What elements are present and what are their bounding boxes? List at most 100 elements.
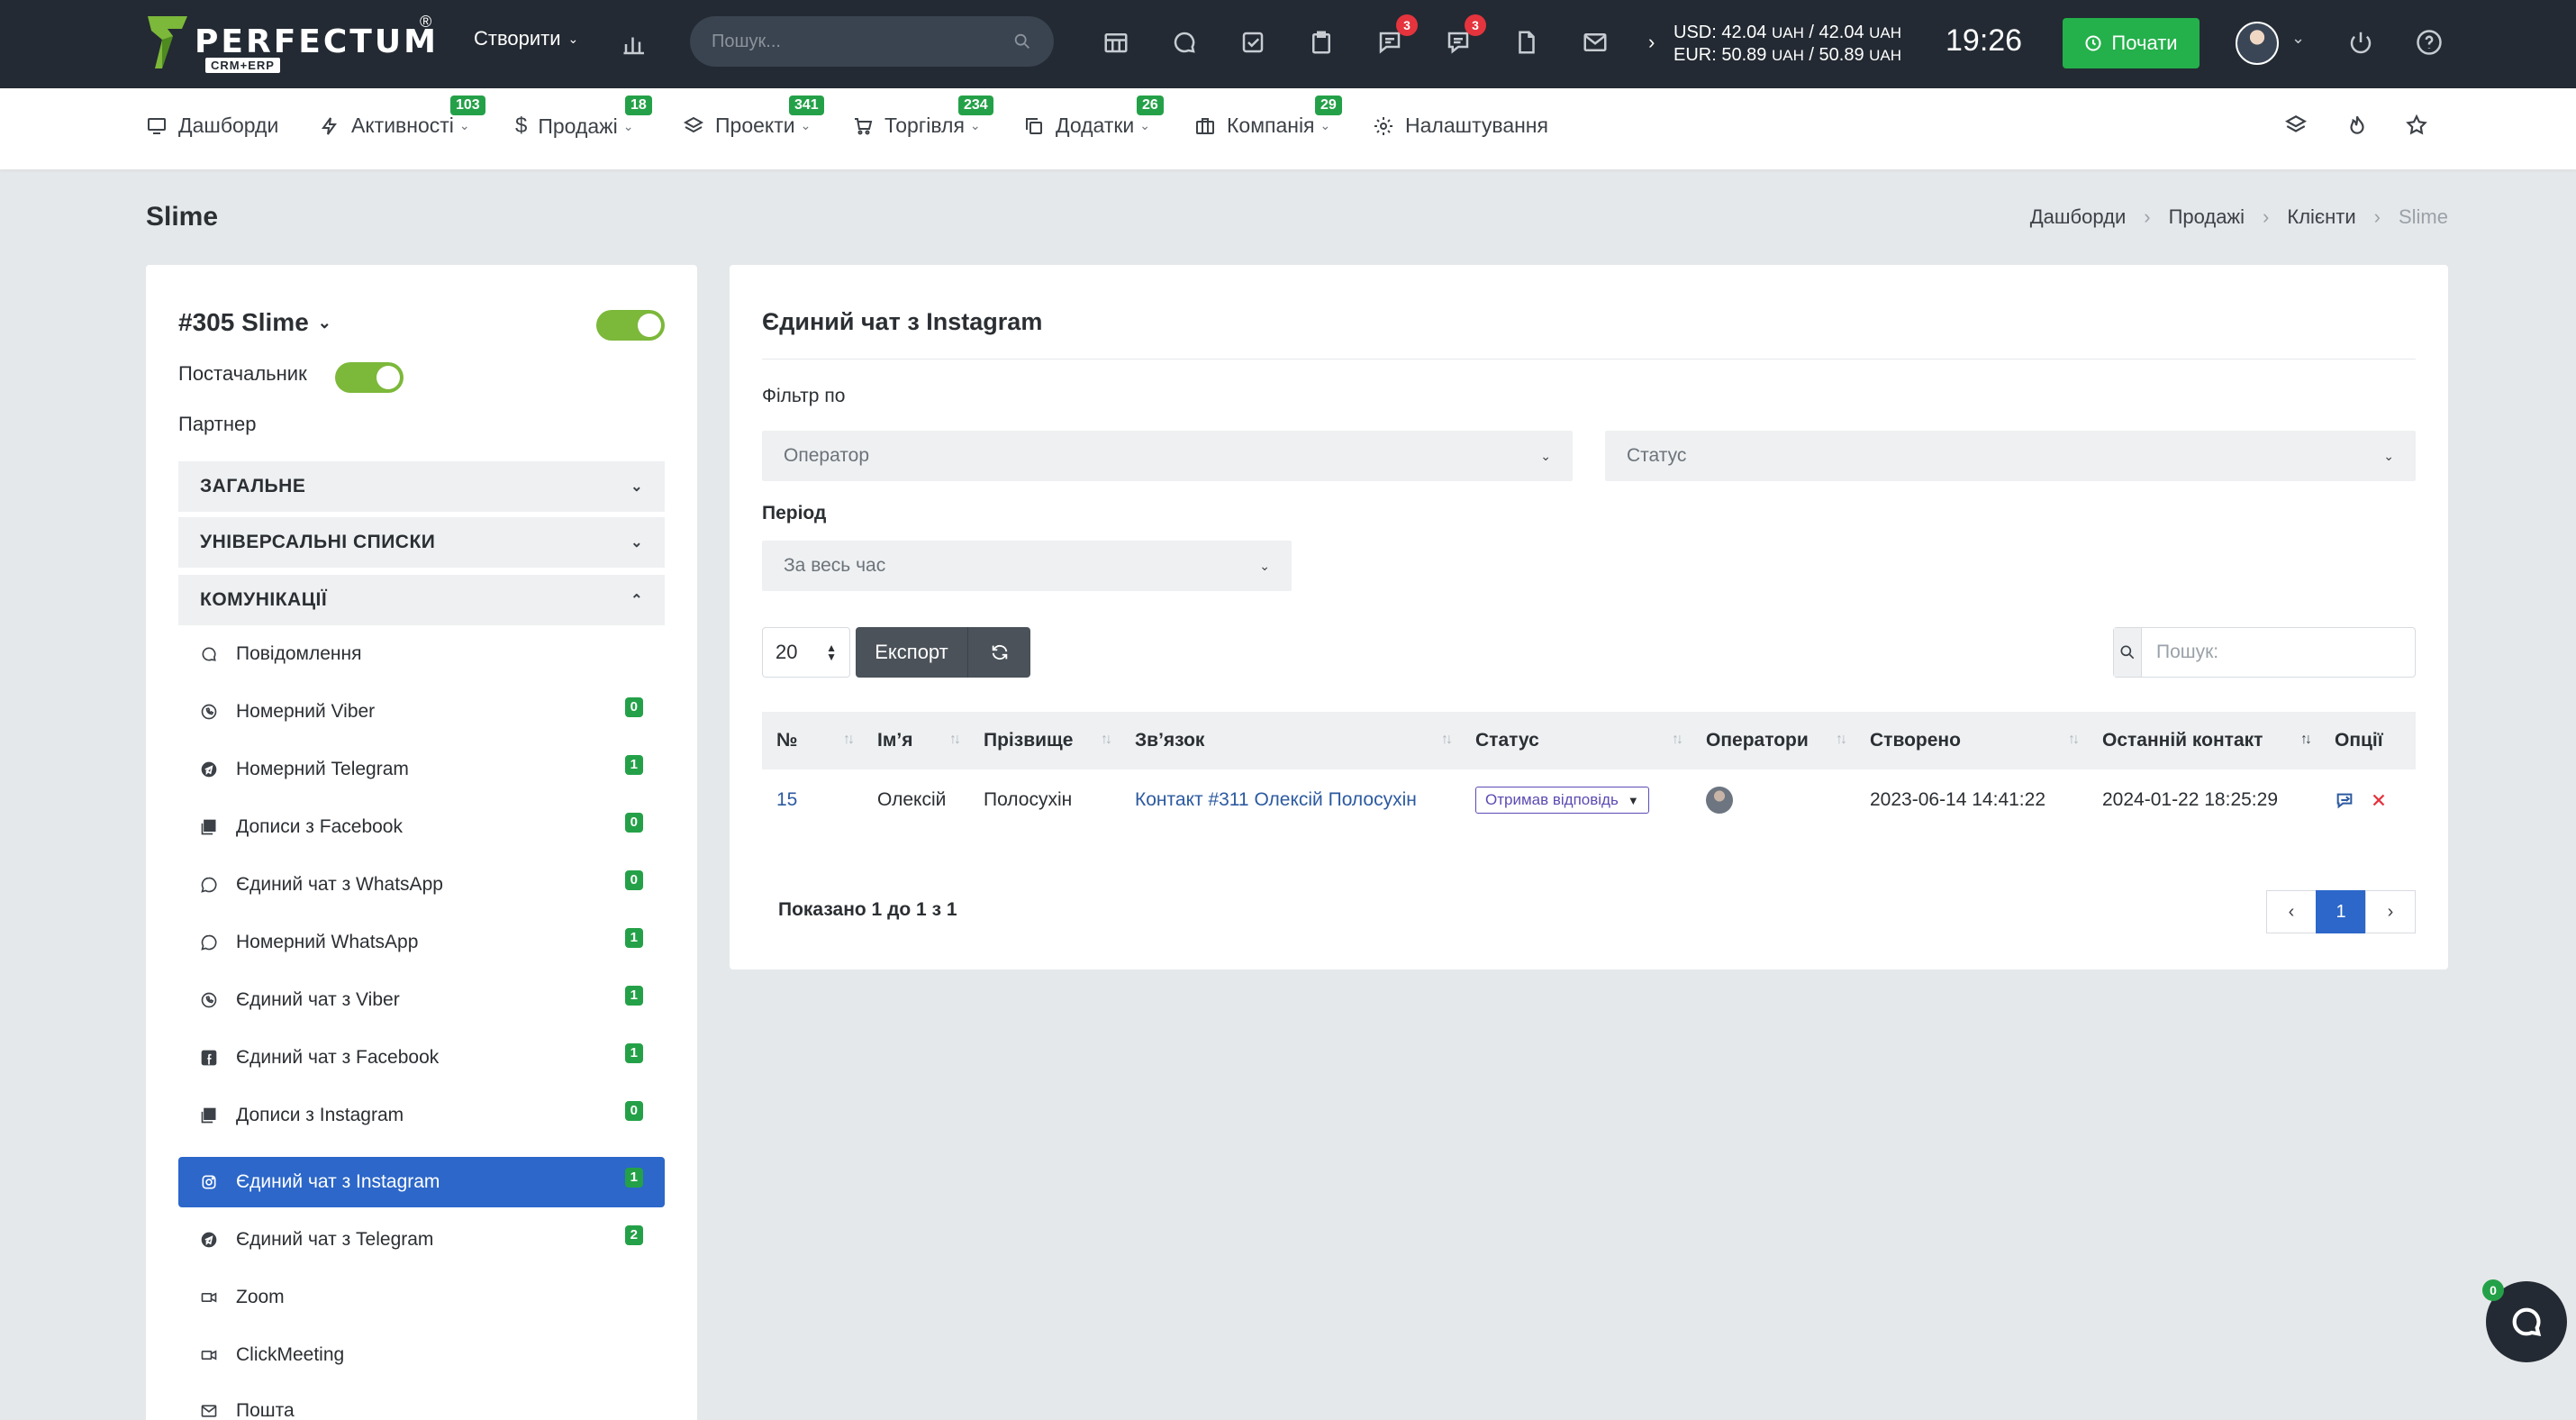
- calendar-table-icon[interactable]: [1101, 27, 1131, 58]
- page-length-select[interactable]: 20 ▲ ▼: [762, 627, 850, 678]
- section-label: КОМУНІКАЦІЇ: [200, 589, 328, 610]
- breadcrumb-item[interactable]: Дашборди: [2030, 205, 2126, 229]
- comm-item-instagram-chat[interactable]: Єдиний чат з Instagram 1: [178, 1157, 665, 1207]
- column-header[interactable]: Прізвище ↑↓: [969, 712, 1120, 769]
- row-first-name: Олексій: [877, 789, 947, 810]
- comments-icon[interactable]: 3: [1443, 14, 1486, 58]
- comm-item-instagram-posts[interactable]: Дописи з Instagram 0: [178, 1090, 665, 1141]
- chat-widget-button[interactable]: 0: [2482, 1279, 2567, 1362]
- comm-item-viber-number[interactable]: Номерний Viber 0: [178, 687, 665, 737]
- comm-label: Єдиний чат з WhatsApp: [236, 874, 443, 895]
- clock: 19:26: [1946, 23, 2023, 58]
- column-header[interactable]: Ім’я ↑↓: [863, 712, 969, 769]
- column-label: Оператори: [1706, 730, 1809, 751]
- logo[interactable]: PERFECTUM ® CRM+ERP: [146, 13, 439, 73]
- nav-addons[interactable]: Додатки ⌄ 26: [1023, 96, 1164, 138]
- nav-label: Активності: [351, 114, 454, 137]
- comm-item-zoom[interactable]: Zoom: [178, 1272, 665, 1323]
- client-active-toggle[interactable]: [596, 310, 665, 341]
- column-header[interactable]: Останній контакт ↑↓: [2088, 712, 2320, 769]
- comm-item-mail[interactable]: Пошта: [178, 1386, 665, 1420]
- nav-settings[interactable]: Налаштування: [1373, 114, 1548, 138]
- row-status-select[interactable]: Отримав відповідь ▼: [1475, 787, 1649, 814]
- operator-select[interactable]: Оператор ⌄: [762, 431, 1573, 481]
- comm-item-telegram-chat[interactable]: Єдиний чат з Telegram 2: [178, 1215, 665, 1265]
- chat-bubble-icon[interactable]: [1169, 27, 1200, 58]
- filter-label: Фільтр по: [762, 386, 846, 406]
- column-header[interactable]: № ↑↓: [762, 712, 863, 769]
- nav-sales[interactable]: $ Продажі ⌄ 18: [515, 96, 652, 139]
- column-header[interactable]: Оператори ↑↓: [1692, 712, 1855, 769]
- search-icon[interactable]: [1012, 32, 1032, 51]
- comm-item-viber-chat[interactable]: Єдиний чат з Viber 1: [178, 975, 665, 1025]
- supplier-toggle[interactable]: [335, 362, 404, 393]
- client-name-dropdown[interactable]: #305 Slime ⌄: [178, 308, 331, 337]
- chevron-down-icon: ⌄: [317, 313, 331, 332]
- section-general[interactable]: ЗАГАЛЬНЕ ⌄: [178, 461, 665, 512]
- section-communications[interactable]: КОМУНІКАЦІЇ ⌃: [178, 575, 665, 625]
- next-page-button[interactable]: ›: [2365, 890, 2416, 933]
- chevron-down-icon: ⌄: [567, 31, 579, 46]
- comm-item-whatsapp-chat[interactable]: Єдиний чат з WhatsApp 0: [178, 860, 665, 910]
- monitor-icon: [148, 117, 166, 134]
- nav-dashboards[interactable]: Дашборди: [146, 114, 278, 138]
- chevron-right-icon[interactable]: ›: [1648, 31, 1655, 54]
- power-icon[interactable]: [2345, 27, 2376, 58]
- nav-projects[interactable]: Проекти ⌄ 341: [683, 96, 824, 138]
- nav-company[interactable]: Компанія ⌄ 29: [1194, 96, 1342, 138]
- page-button[interactable]: 1: [2316, 890, 2366, 933]
- column-header[interactable]: Створено ↑↓: [1855, 712, 2088, 769]
- dollar-icon: $: [515, 114, 528, 138]
- section-universal-lists[interactable]: УНІВЕРСАЛЬНІ СПИСКИ ⌄: [178, 517, 665, 568]
- bar-chart-icon[interactable]: [620, 29, 650, 59]
- row-number-link[interactable]: 15: [776, 789, 797, 810]
- nav-trade[interactable]: Торгівля ⌄ 234: [852, 96, 993, 138]
- comm-label: Єдиний чат з Instagram: [236, 1171, 440, 1192]
- nav-badge: 341: [789, 96, 824, 115]
- task-check-icon[interactable]: [1238, 27, 1268, 58]
- comm-count-badge: 0: [624, 697, 643, 717]
- comm-item-telegram-number[interactable]: Номерний Telegram 1: [178, 744, 665, 795]
- comm-item-facebook-chat[interactable]: Єдиний чат з Facebook 1: [178, 1033, 665, 1083]
- export-button[interactable]: Експорт: [856, 641, 967, 664]
- top-search: [690, 16, 1054, 67]
- operator-avatar[interactable]: [1706, 787, 1733, 814]
- panel-title: Єдиний чат з Instagram: [762, 308, 1043, 335]
- user-avatar[interactable]: [2236, 22, 2279, 65]
- help-icon[interactable]: [2414, 27, 2444, 58]
- row-contact-link[interactable]: Контакт #311 Олексій Полосухін: [1135, 789, 1417, 810]
- comm-item-facebook-posts[interactable]: Дописи з Facebook 0: [178, 802, 665, 852]
- fire-icon[interactable]: [2345, 114, 2372, 141]
- star-icon[interactable]: [2405, 114, 2432, 141]
- comm-item-messages[interactable]: Повідомлення: [178, 629, 665, 679]
- start-button[interactable]: Почати: [2063, 18, 2200, 68]
- comm-item-clickmeeting[interactable]: ClickMeeting: [178, 1330, 665, 1380]
- comm-item-whatsapp-number[interactable]: Номерний WhatsApp 1: [178, 917, 665, 968]
- delete-icon[interactable]: [2369, 790, 2389, 810]
- status-select[interactable]: Статус ⌄: [1605, 431, 2416, 481]
- partner-label[interactable]: Партнер: [178, 413, 257, 436]
- refresh-button[interactable]: [968, 642, 1030, 662]
- table-search-input[interactable]: [2142, 642, 2415, 663]
- chevron-down-icon: ⌄: [622, 118, 634, 133]
- layers-icon[interactable]: [2284, 114, 2311, 141]
- clipboard-icon[interactable]: [1306, 27, 1337, 58]
- column-label: Останній контакт: [2102, 730, 2263, 751]
- breadcrumb-item[interactable]: Клієнти: [2287, 205, 2355, 229]
- open-chat-icon[interactable]: [2335, 790, 2354, 810]
- top-search-input[interactable]: [712, 31, 1012, 52]
- prev-page-button[interactable]: ‹: [2266, 890, 2317, 933]
- page-length-value: 20: [776, 641, 798, 663]
- chevron-down-icon[interactable]: ⌄: [2291, 29, 2305, 48]
- mail-icon[interactable]: [1580, 27, 1610, 58]
- messages-icon[interactable]: 3: [1374, 14, 1418, 58]
- column-header[interactable]: Зв’язок ↑↓: [1120, 712, 1461, 769]
- column-header[interactable]: Статус ↑↓: [1461, 712, 1692, 769]
- page-title: Slime: [146, 202, 219, 232]
- nav-activities[interactable]: Активності ⌄ 103: [319, 96, 485, 138]
- breadcrumb-item[interactable]: Продажі: [2169, 205, 2245, 229]
- period-select[interactable]: За весь час ⌄: [762, 541, 1292, 591]
- document-icon[interactable]: [1511, 27, 1542, 58]
- nav-label: Продажі: [538, 114, 618, 138]
- create-dropdown[interactable]: Створити ⌄: [474, 27, 578, 50]
